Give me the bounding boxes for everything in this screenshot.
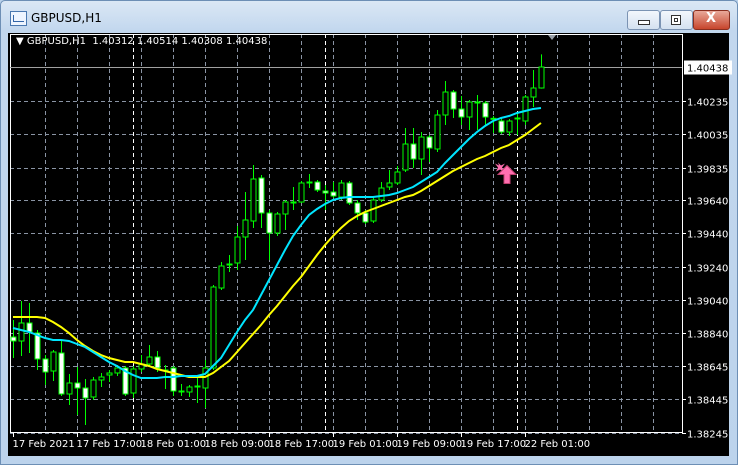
candle-bullish: [282, 201, 289, 215]
time-tick-label: 19 Feb 17:00: [461, 439, 527, 450]
candle-bullish: [106, 372, 113, 376]
candle-bullish: [298, 182, 305, 203]
collapse-triangle-icon[interactable]: ▼: [16, 36, 24, 47]
candle-bullish: [50, 351, 57, 372]
candle-bullish: [250, 178, 257, 222]
time-tick-label: 17 Feb 17:00: [77, 439, 143, 450]
candle-bearish: [58, 352, 65, 395]
price-chart[interactable]: 1.40235 1.40035 1.39835 1.39640 1.39440 1.392…: [0, 0, 738, 465]
candle-bearish: [42, 358, 49, 373]
price-tick-label: 1.38840: [687, 330, 728, 341]
candle-bullish: [178, 390, 185, 393]
candle-bearish: [258, 177, 265, 214]
candle-bullish: [434, 114, 441, 150]
price-tick-label: 1.39640: [687, 197, 728, 208]
candle-bearish: [82, 387, 89, 399]
candle-bullish: [506, 120, 513, 133]
candle-bullish: [274, 213, 281, 234]
candle-bullish: [130, 368, 137, 394]
candle-bullish: [466, 101, 473, 118]
time-tick-label: 22 Feb 01:00: [525, 439, 591, 450]
candle-bullish: [18, 322, 25, 342]
time-tick-label: 18 Feb 17:00: [269, 439, 335, 450]
legend-open: 1.40312: [92, 36, 134, 47]
candle-bearish: [362, 212, 369, 223]
price-tick-label: 1.40235: [687, 98, 728, 109]
candle-bullish: [98, 376, 105, 381]
candle-bearish: [26, 322, 33, 333]
candle-bullish: [186, 386, 193, 393]
candle-bearish: [450, 91, 457, 110]
price-tick-label: 1.40035: [687, 131, 728, 142]
chart-shift-marker-icon: [548, 35, 556, 40]
candle-bullish: [114, 367, 121, 374]
legend-high: 1.40514: [136, 36, 179, 47]
price-tick-label: 1.38245: [687, 430, 728, 441]
candle-bearish: [498, 120, 505, 133]
price-tick-label: 1.39040: [687, 297, 728, 308]
price-tick-label: 1.39835: [687, 165, 728, 176]
current-price-label: 1.40438: [687, 64, 728, 75]
candle-bearish: [346, 182, 353, 204]
candle-bullish: [66, 382, 73, 395]
candle-bearish: [330, 191, 337, 197]
candle-bullish: [442, 91, 449, 116]
candle-bullish: [530, 87, 537, 98]
candle-bearish: [314, 181, 321, 191]
candle-bullish: [402, 143, 409, 171]
time-tick-label: 18 Feb 01:00: [141, 439, 207, 450]
time-tick-label: 19 Feb 09:00: [397, 439, 463, 450]
candle-bullish: [474, 101, 481, 104]
candle-bullish: [514, 117, 521, 120]
candle-bullish: [394, 171, 401, 184]
candle-bearish: [482, 102, 489, 118]
candle-bearish: [10, 336, 17, 342]
candle-bullish: [306, 181, 313, 184]
candle-bearish: [194, 385, 201, 388]
candle-bearish: [458, 108, 465, 118]
candle-bullish: [378, 187, 385, 201]
chart-legend: ▼ GBPUSD,H1 1.40312 1.40514 1.40308 1.40…: [16, 36, 267, 47]
candle-bearish: [266, 212, 273, 234]
candle-bullish: [210, 286, 217, 369]
time-tick-label: 17 Feb 2021: [13, 439, 75, 450]
price-tick-label: 1.38645: [687, 363, 728, 374]
candle-bearish: [354, 202, 361, 214]
candle-bearish: [410, 143, 417, 160]
price-tick-label: 1.39240: [687, 264, 728, 275]
price-tick-label: 1.38445: [687, 396, 728, 407]
candle-bearish: [322, 190, 329, 194]
candle-bearish: [74, 382, 81, 389]
time-tick-label: 18 Feb 09:00: [205, 439, 271, 450]
candle-bullish: [290, 201, 297, 204]
candle-bullish: [418, 136, 425, 160]
candle-bullish: [226, 263, 233, 266]
candle-bullish: [234, 236, 241, 264]
candle-bullish: [146, 356, 153, 365]
candle-bullish: [242, 219, 249, 238]
candle-bullish: [338, 182, 345, 198]
candle-bearish: [170, 367, 177, 392]
candle-bearish: [426, 136, 433, 149]
candle-bullish: [90, 379, 97, 398]
price-tick-label: 1.39440: [687, 230, 728, 241]
candle-bullish: [522, 96, 529, 122]
candle-bullish: [386, 182, 393, 188]
legend-close: 1.40438: [225, 36, 268, 47]
legend-low: 1.40308: [181, 36, 223, 47]
candle-bullish: [538, 66, 545, 89]
candle-bullish: [218, 265, 225, 289]
time-tick-label: 19 Feb 01:00: [333, 439, 399, 450]
candle-bearish: [154, 356, 161, 369]
legend-symbol: GBPUSD,H1: [26, 36, 86, 47]
